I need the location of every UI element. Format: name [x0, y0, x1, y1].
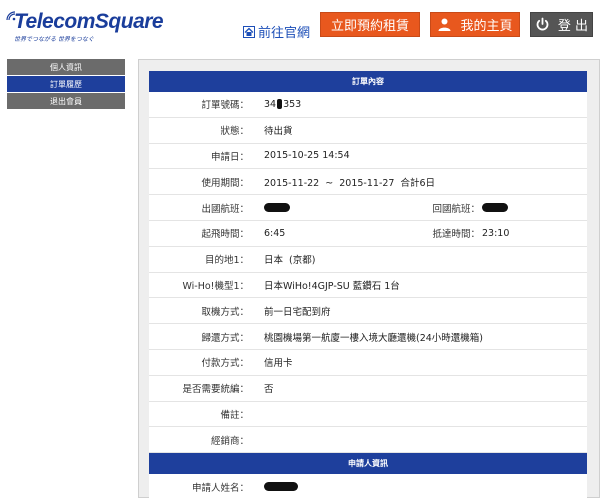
row-value: 2015-11-22 ~ 2015-11-27 合計6日 — [264, 177, 436, 189]
row-label: 申請日： — [210, 151, 249, 163]
order-number-prefix: 34 — [264, 98, 277, 110]
row-value: 前一日宅配到府 — [264, 306, 331, 318]
row-value: 待出貨 — [264, 126, 293, 138]
row-value: 日本 (京都) — [264, 255, 316, 267]
order-row-return: 歸還方式： 桃園機場第一航廈一樓入境大廳還機(24小時還機箱) — [149, 324, 587, 350]
mypage-button-label: 我的主頁 — [460, 19, 513, 34]
sidebar-item-order-history[interactable]: 訂單履歷 — [7, 76, 125, 92]
row-value: 23:10 — [482, 227, 510, 239]
section-header-order: 訂單內容 — [149, 71, 587, 92]
redaction-mark — [277, 99, 283, 110]
header: TelecomSquare 世界でつながる 世界をつなぐ 前往官網 立即預約租賃… — [0, 0, 600, 50]
logo-text: TelecomSquare — [14, 10, 164, 33]
row-label: 經銷商： — [210, 435, 249, 447]
sidebar: 個人資訊 訂單履歷 退出會員 — [7, 59, 125, 110]
power-icon — [536, 17, 549, 31]
order-detail-card: 訂單內容 訂單號碼： 34 353 狀態： 待出貨 申請日： 2015-10-25… — [149, 71, 587, 498]
order-row-notes: 備註： — [149, 402, 587, 428]
section-header-applicant: 申請人資訊 — [149, 453, 587, 475]
row-label: 是否需要統編： — [182, 384, 249, 396]
outbound-flight-value — [264, 202, 290, 213]
redaction-mark — [264, 482, 298, 492]
row-label: 付款方式： — [201, 358, 249, 370]
row-label: Wi-Ho!機型1： — [182, 280, 249, 292]
row-label: 歸還方式： — [201, 332, 249, 344]
order-row-apply-date: 申請日： 2015-10-25 14:54 — [149, 144, 587, 170]
row-label: 狀態： — [220, 126, 249, 138]
row-value: 2015-10-25 14:54 — [264, 150, 350, 162]
order-number-suffix: 353 — [283, 98, 302, 110]
sidebar-item-label: 訂單履歷 — [50, 79, 82, 89]
mypage-button[interactable]: 我的主頁 — [430, 12, 520, 37]
order-number-value: 34 353 — [264, 99, 301, 110]
order-row-number: 訂單號碼： 34 353 — [149, 92, 587, 118]
order-row-dealer: 經銷商： — [149, 427, 587, 454]
row-value: 6:45 — [264, 227, 286, 239]
reserve-button[interactable]: 立即預約租賃 — [320, 12, 420, 37]
redaction-mark — [264, 203, 290, 213]
order-row-period: 使用期間： 2015-11-22 ~ 2015-11-27 合計6日 — [149, 169, 587, 196]
order-row-status: 狀態： 待出貨 — [149, 118, 587, 144]
order-row-pickup: 取機方式： 前一日宅配到府 — [149, 298, 587, 325]
section-title: 訂單內容 — [352, 77, 384, 86]
row-label: 使用期間： — [201, 177, 249, 189]
order-row-tax-id: 是否需要統編： 否 — [149, 376, 587, 402]
order-row-payment: 付款方式： 信用卡 — [149, 350, 587, 376]
main-panel: 訂單內容 訂單號碼： 34 353 狀態： 待出貨 申請日： 2015-10-25… — [138, 59, 600, 498]
reserve-button-label: 立即預約租賃 — [330, 19, 409, 34]
row-label: 目的地1： — [204, 255, 249, 267]
order-row-flights: 出國航班： 回國航班： — [149, 195, 587, 221]
redaction-mark — [482, 203, 508, 213]
row-label: 起飛時間： — [201, 229, 249, 241]
applicant-row-name: 申請人姓名： — [149, 474, 587, 498]
home-link[interactable]: 前往官網 — [243, 22, 310, 41]
row-label: 申請人姓名： — [191, 482, 249, 494]
row-label: 取機方式： — [201, 306, 249, 318]
user-icon — [438, 18, 451, 31]
order-row-destination: 目的地1： 日本 (京都) — [149, 247, 587, 273]
row-label: 回國航班： — [432, 203, 480, 215]
row-label: 出國航班： — [201, 203, 249, 215]
row-value: 信用卡 — [264, 358, 293, 370]
row-label: 抵達時間： — [432, 229, 480, 241]
home-link-label: 前往官網 — [258, 26, 311, 41]
section-title: 申請人資訊 — [348, 459, 388, 469]
row-label: 備註： — [220, 409, 249, 421]
logout-button-label: 登 出 — [557, 19, 589, 34]
row-value: 桃園機場第一航廈一樓入境大廳還機(24小時還機箱) — [264, 332, 484, 344]
row-value: 否 — [264, 384, 274, 396]
home-icon — [243, 25, 255, 38]
telecomsquare-logo[interactable]: TelecomSquare 世界でつながる 世界をつなぐ — [6, 8, 164, 43]
row-value: 日本WiHo!4GJP-SU 藍鑽石 1台 — [264, 280, 400, 292]
logout-button[interactable]: 登 出 — [530, 12, 593, 37]
order-row-times: 起飛時間： 6:45 抵達時間： 23:10 — [149, 221, 587, 247]
sidebar-item-profile[interactable]: 個人資訊 — [7, 59, 125, 75]
applicant-name-value — [264, 481, 298, 492]
sidebar-item-label: 個人資訊 — [50, 62, 82, 72]
return-flight-value — [482, 202, 508, 213]
sidebar-item-label: 退出會員 — [50, 96, 82, 106]
sidebar-item-withdraw[interactable]: 退出會員 — [7, 93, 125, 109]
logo-tagline: 世界でつながる 世界をつなぐ — [14, 36, 94, 43]
order-row-device: Wi-Ho!機型1： 日本WiHo!4GJP-SU 藍鑽石 1台 — [149, 273, 587, 299]
row-label: 訂單號碼： — [201, 100, 249, 112]
